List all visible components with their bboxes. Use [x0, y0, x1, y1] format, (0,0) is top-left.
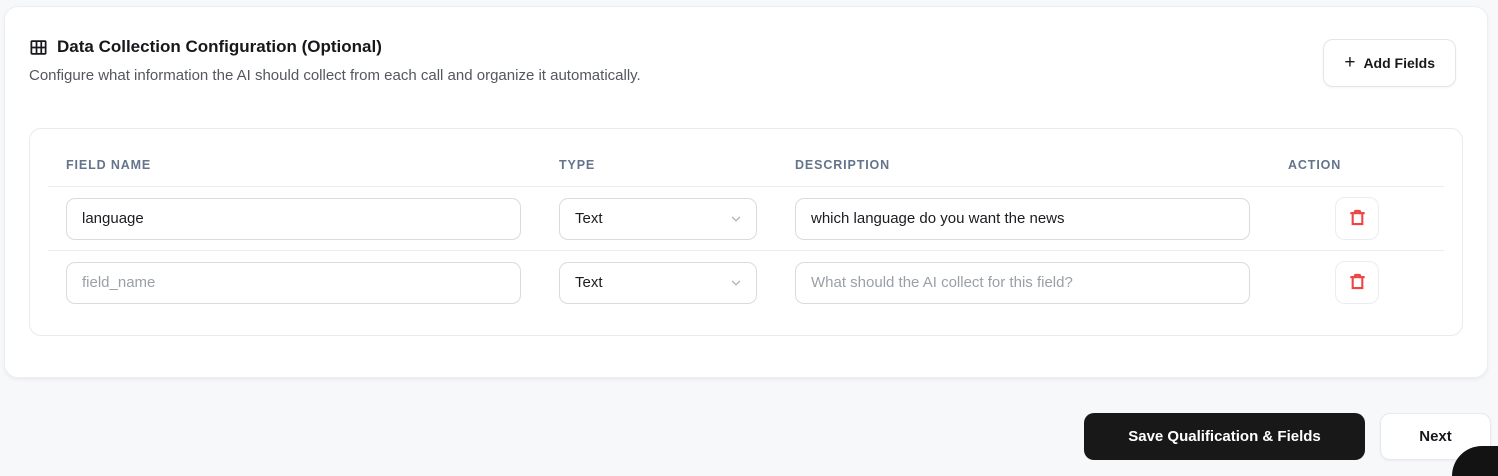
- table-row: Text: [30, 187, 1462, 250]
- description-input[interactable]: [795, 261, 1250, 304]
- chevron-down-icon: [729, 212, 743, 226]
- table-row: Text: [30, 251, 1462, 314]
- fields-table: FIELD NAME TYPE DESCRIPTION ACTION Text: [29, 128, 1463, 336]
- delete-row-button[interactable]: [1335, 197, 1379, 240]
- column-header-type: TYPE: [559, 158, 596, 172]
- section-header: Data Collection Configuration (Optional)…: [29, 37, 1287, 84]
- type-select-value: Text: [575, 274, 603, 291]
- data-collection-card: Data Collection Configuration (Optional)…: [4, 6, 1488, 378]
- add-fields-button[interactable]: + Add Fields: [1323, 39, 1456, 87]
- field-name-input[interactable]: [66, 261, 521, 304]
- action-cell: [1288, 197, 1426, 240]
- save-qualification-fields-button[interactable]: Save Qualification & Fields: [1084, 413, 1365, 460]
- action-cell: [1288, 261, 1426, 304]
- field-name-input[interactable]: [66, 197, 521, 240]
- description-input[interactable]: [795, 197, 1250, 240]
- add-fields-label: Add Fields: [1363, 55, 1435, 71]
- page-subtitle: Configure what information the AI should…: [29, 67, 641, 84]
- trash-icon: [1347, 207, 1368, 231]
- type-select[interactable]: Text: [559, 197, 757, 240]
- column-header-description: DESCRIPTION: [795, 158, 891, 172]
- page-title: Data Collection Configuration (Optional): [29, 37, 1287, 57]
- table-header-row: FIELD NAME TYPE DESCRIPTION ACTION: [30, 129, 1462, 186]
- plus-icon: +: [1344, 51, 1356, 73]
- column-header-field-name: FIELD NAME: [66, 158, 152, 172]
- type-select-value: Text: [575, 210, 603, 227]
- page-title-text: Data Collection Configuration (Optional): [57, 37, 382, 56]
- delete-row-button[interactable]: [1335, 261, 1379, 304]
- table-grid-icon: [29, 38, 48, 57]
- column-header-action: ACTION: [1288, 158, 1342, 172]
- type-select[interactable]: Text: [559, 261, 757, 304]
- trash-icon: [1347, 271, 1368, 295]
- chevron-down-icon: [729, 276, 743, 290]
